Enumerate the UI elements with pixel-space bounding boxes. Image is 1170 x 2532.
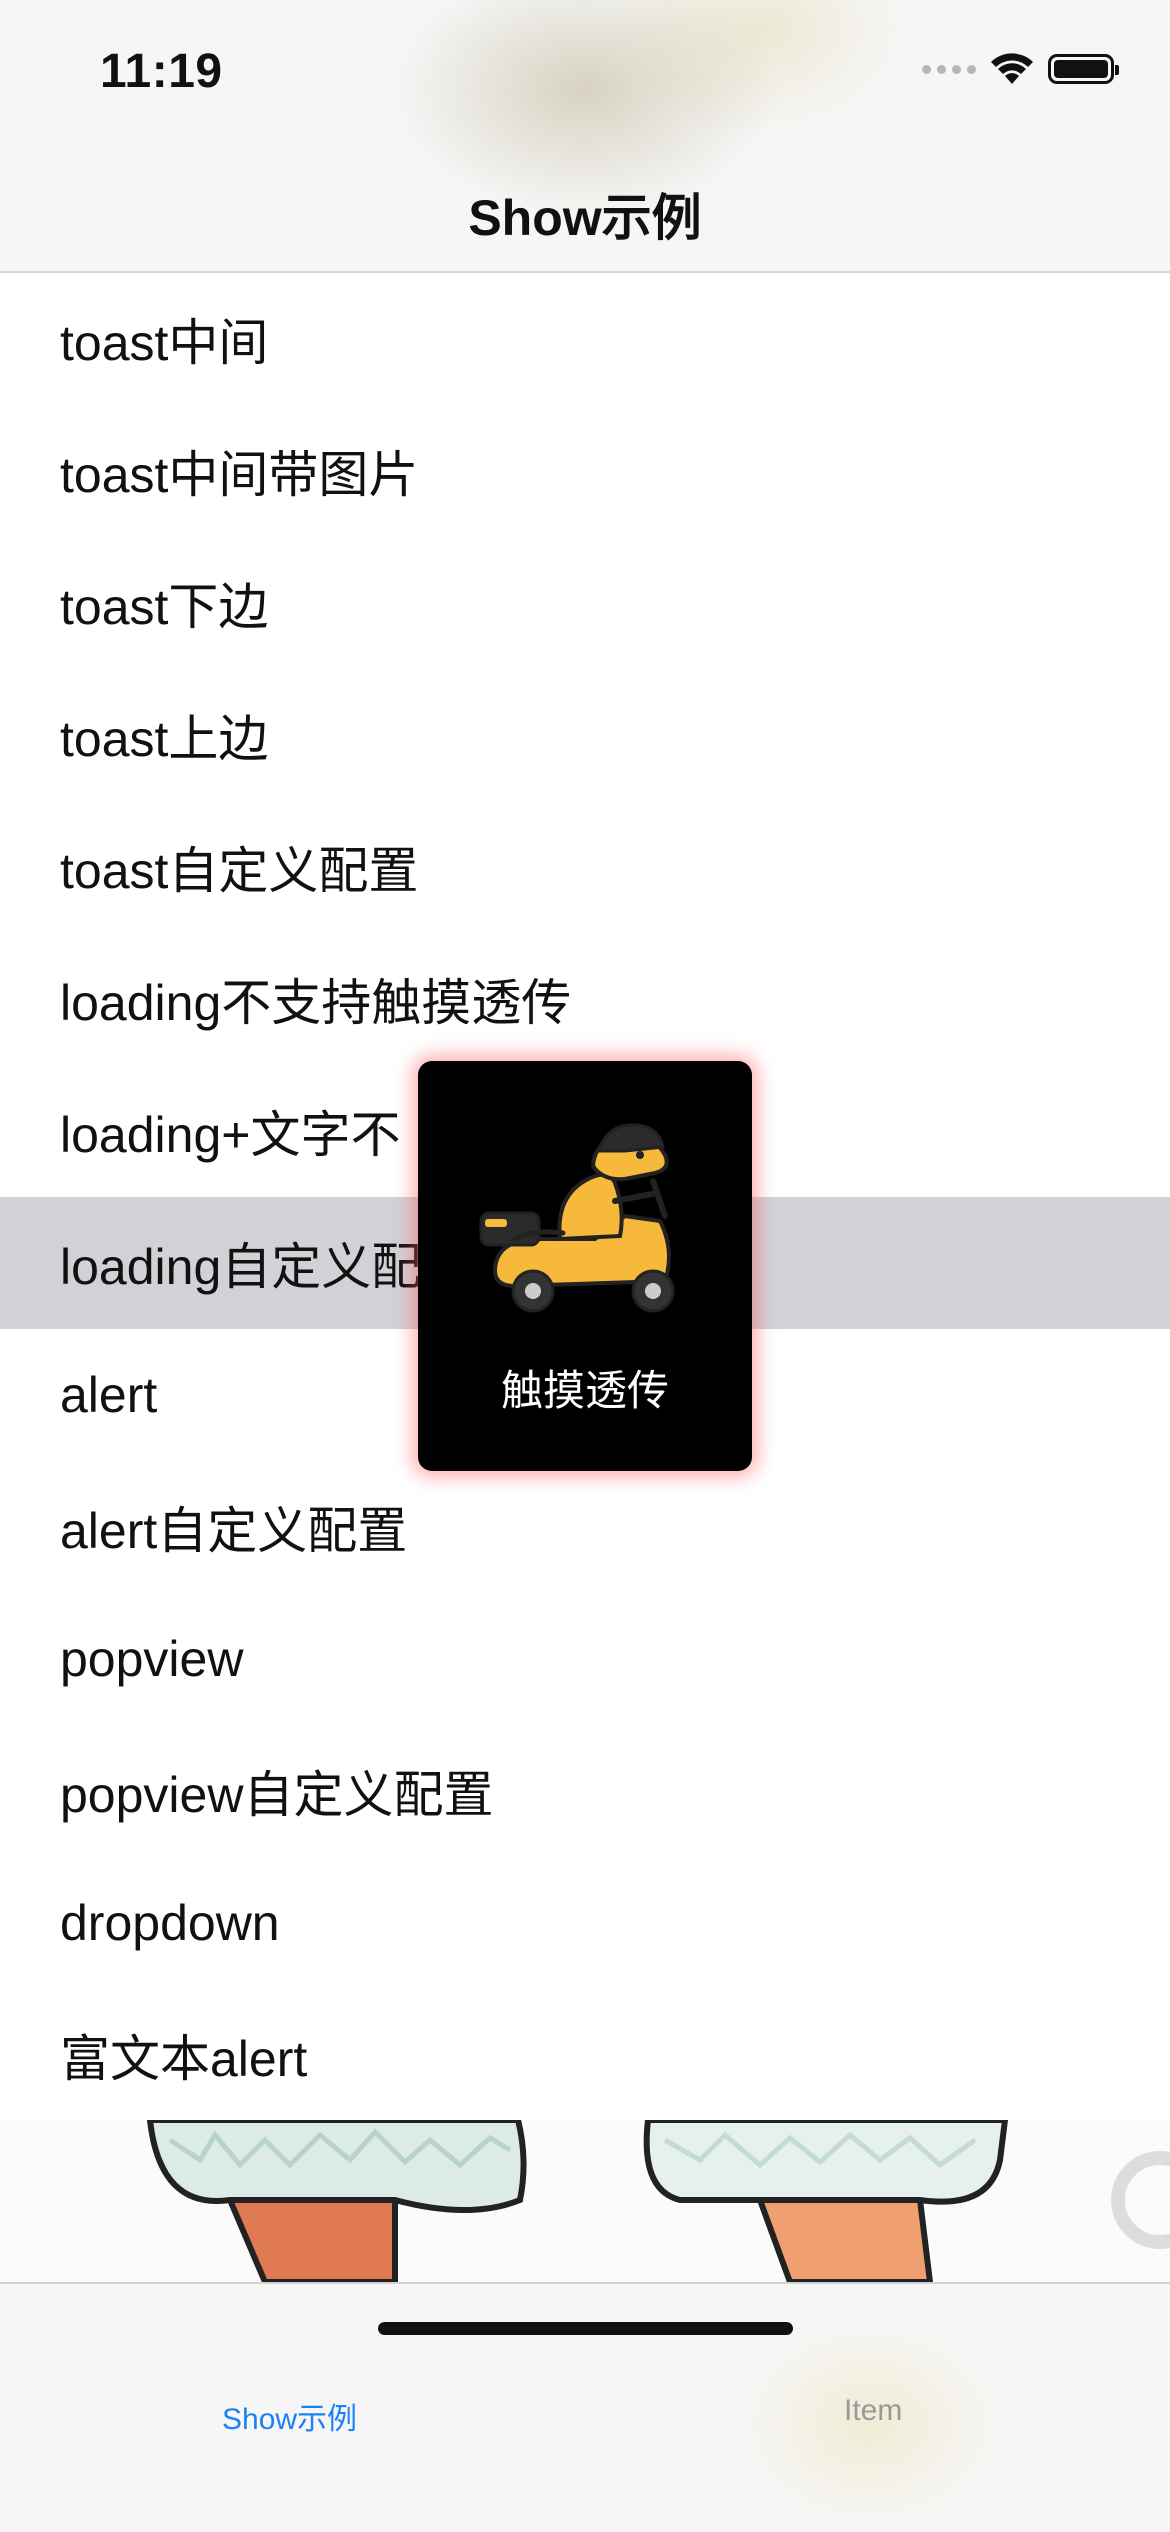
list-item-label: alert [60,1367,158,1423]
list-item-label: toast下边 [60,579,269,635]
list-item-label: dropdown [60,1895,280,1951]
battery-icon [1048,54,1119,84]
list-item-label: toast中间带图片 [60,447,419,503]
list-item-label: toast中间 [60,315,269,371]
kangaroo-scooter-icon [479,1123,675,1313]
tab-item[interactable]: Item [844,2394,902,2428]
loading-hud: 触摸透传 [418,1061,752,1471]
home-indicator[interactable] [378,2322,793,2335]
list-item[interactable]: toast上边 [0,669,1170,801]
list-item[interactable]: toast中间 [0,273,1170,405]
list-item-label: toast自定义配置 [60,843,419,899]
list-item-label: popview自定义配置 [60,1767,494,1823]
list-item[interactable]: popview [0,1593,1170,1725]
list-item[interactable]: toast中间带图片 [0,405,1170,537]
page-title: Show示例 [468,190,702,246]
list-item[interactable]: loading不支持触摸透传 [0,933,1170,1065]
navigation-header: 11:19 Show示例 [0,0,1170,273]
hud-label: 触摸透传 [500,1367,669,1414]
status-indicators [922,52,1119,86]
background-illustration [0,2120,1170,2282]
wifi-icon [991,53,1033,84]
list-item-label: toast上边 [60,711,269,767]
list-item[interactable]: dropdown [0,1857,1170,1989]
list-item[interactable]: 富文本alert [0,1989,1170,2121]
list-item-label: loading+文字不 [60,1107,401,1163]
list-item-label: popview [60,1631,244,1687]
list-item-label: alert自定义配置 [60,1503,408,1559]
list-item[interactable]: toast自定义配置 [0,801,1170,933]
status-time: 11:19 [100,45,223,98]
list-item-label: loading自定义配 [60,1239,422,1295]
list-item-label: 富文本alert [60,2031,308,2087]
list-item-label: loading不支持触摸透传 [60,975,572,1031]
tab-show-examples[interactable]: Show示例 [222,2394,357,2438]
cellular-signal-icon [922,64,976,74]
tab-bar: Show示例 Item [0,2282,1170,2532]
list-item[interactable]: alert自定义配置 [0,1461,1170,1593]
list-item[interactable]: toast下边 [0,537,1170,669]
list-item[interactable]: popview自定义配置 [0,1725,1170,1857]
